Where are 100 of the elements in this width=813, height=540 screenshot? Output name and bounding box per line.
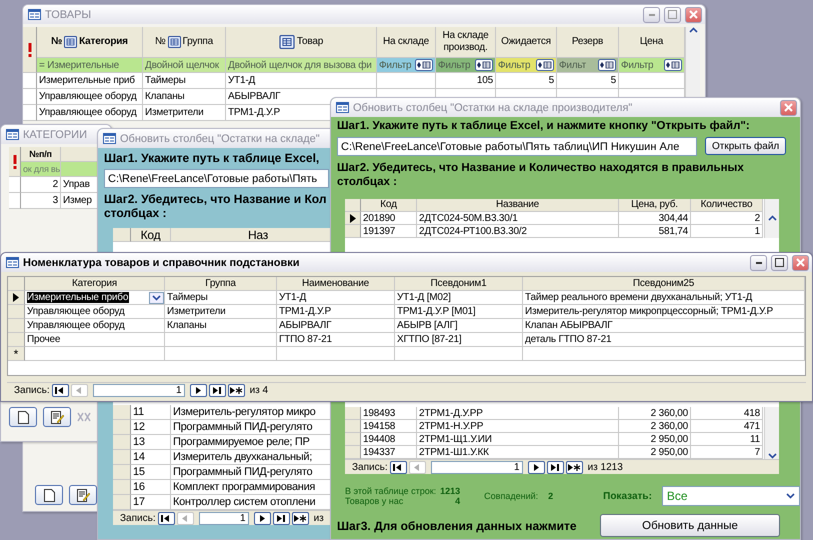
new-record-button[interactable] [228,384,245,396]
column-header[interactable]: Код [131,228,171,242]
show-dropdown[interactable]: Все [662,486,800,506]
filter-button-icon[interactable] [664,59,682,71]
new-record-button[interactable] [292,512,309,524]
record-count: из 4 [250,384,268,396]
next-record-button[interactable] [254,512,271,524]
last-record-button[interactable] [546,460,564,474]
column-header[interactable]: №п/п [21,147,61,162]
selected-cell-text[interactable]: Измерительные прибо [27,292,130,303]
filter-button-icon[interactable] [598,59,616,71]
next-record-button[interactable] [528,460,545,474]
column-header[interactable]: Наименование [277,277,395,291]
scroll-up-icon[interactable] [688,27,698,33]
dropdown-button[interactable] [149,292,164,304]
filter-cell[interactable]: Фильтр [496,58,557,73]
maximize-button[interactable] [771,254,788,270]
first-record-button[interactable] [158,512,175,524]
form-icon [6,257,19,268]
column-header[interactable]: Код [361,199,417,212]
first-record-button[interactable] [390,460,407,474]
open-file-button[interactable]: Открыть файл [705,137,786,155]
column-header[interactable]: На складе производ. [436,27,496,58]
first-record-button[interactable] [52,384,69,396]
column-header[interactable]: Цена, руб. [619,199,691,212]
column-header[interactable]: Резерв [557,27,619,58]
update-data-button[interactable]: Обновить данные [600,514,780,537]
table-cell: 11 [691,433,763,446]
table-cell: 2 360,00 [619,407,691,420]
table-cell: 2ТРМ1-Д.У.РР [417,407,619,420]
record-selector[interactable] [345,212,361,225]
column-header[interactable]: № Группа [143,27,226,58]
minimize-button[interactable] [750,254,767,270]
close-button[interactable] [780,100,797,116]
filter-text: Фильтр [498,60,530,70]
column-header[interactable]: Псевдоним25 [523,277,805,291]
new-record-button[interactable] [566,460,583,474]
dropdown-caret-icon [786,493,795,499]
step-instruction: Шаг1. Укажите путь к таблице Excel, и нажмите кнопку "Открыть файл": [337,120,750,132]
file-path-field[interactable]: C:\Rene\FreeLance\Готовые работы\Пять [104,169,329,188]
column-header[interactable]: № Категория [37,27,143,58]
filter-button-icon[interactable] [536,59,554,71]
next-record-button[interactable] [190,384,207,396]
last-record-button[interactable] [208,384,226,396]
column-header[interactable]: На складе [377,27,436,58]
close-button[interactable] [685,6,702,22]
record-number-field[interactable]: 1 [198,512,249,524]
step-instruction: Шаг2. Убедитесь, что Название и Количество находятся в правильных столбцах : [337,161,745,189]
filter-text: Фильт [559,60,586,70]
filter-cell[interactable]: Двойной щелчок [143,58,226,73]
record-number-field[interactable]: 1 [92,384,185,396]
table-cell: 17 [131,495,171,510]
scrollbar[interactable] [764,199,779,238]
filter-button-icon[interactable] [475,59,493,71]
step-instruction: Шаг1. Укажите путь к таблице Excel, [104,151,320,165]
record-number-field[interactable]: 1 [430,460,523,474]
stat-value: 1213 [440,486,460,496]
table-cell: 2 950,00 [619,433,691,446]
edit-document-icon [76,488,90,502]
table-icon [64,36,78,48]
column-header[interactable]: Цена [619,27,685,58]
column-header[interactable]: Название [417,199,619,212]
column-header[interactable]: Количество [691,199,763,212]
table-cell: 11 [131,405,171,420]
column-header[interactable]: Категория [25,277,165,291]
edit-button[interactable] [43,407,71,427]
column-label: Товар [296,36,324,48]
column-header[interactable]: Псевдоним1 [395,277,523,291]
column-header[interactable]: Товар [226,27,377,58]
filter-cell[interactable]: Двойной щелчок для вызова фи [226,58,377,73]
table-cell: 201890 [361,212,417,225]
filter-button-icon[interactable] [415,59,433,71]
filter-cell[interactable]: Фильтр [377,58,436,73]
scrollbar[interactable] [764,407,779,459]
scroll-up-icon[interactable] [768,215,776,221]
filter-cell[interactable]: Фильтр [619,58,685,73]
table-cell: Измеритель-регулятор микропрцессорный; ТРМ1-Д.У.Р [523,305,805,319]
last-record-button[interactable] [272,512,290,524]
table-cell: 5 [496,73,557,89]
column-header[interactable]: Ожидается [496,27,557,58]
step-instruction: Шаг2. Убедитесь, что Название и Кол [104,192,326,206]
table-cell: Клапан АБЫРВАЛГ [523,319,805,333]
close-button[interactable] [792,254,809,270]
file-path-field[interactable]: C:\Rene\FreeLance\Готовые работы\Пять таблиц\ИП Никушин Але [337,137,697,156]
minimize-icon [648,14,654,16]
dropdown-value: Все [666,489,688,503]
stat-label: В этой таблице строк: [345,486,436,496]
table-cell: 2 950,00 [619,446,691,459]
table-cell: Прочее [25,333,165,347]
edit-button[interactable] [69,485,97,505]
column-header[interactable]: Группа [165,277,277,291]
new-button[interactable] [35,485,63,505]
table-cell: деталь ГТПО 87-21 [523,333,805,347]
new-record-icon [293,512,308,524]
filter-cell[interactable]: = Измерительные [37,58,143,73]
new-button[interactable] [9,407,37,427]
table-cell: ХГТПО [87-21] [395,333,523,347]
table-cell: 471 [691,420,763,433]
filter-label: Показать: [603,490,652,502]
record-selector[interactable] [8,291,25,305]
